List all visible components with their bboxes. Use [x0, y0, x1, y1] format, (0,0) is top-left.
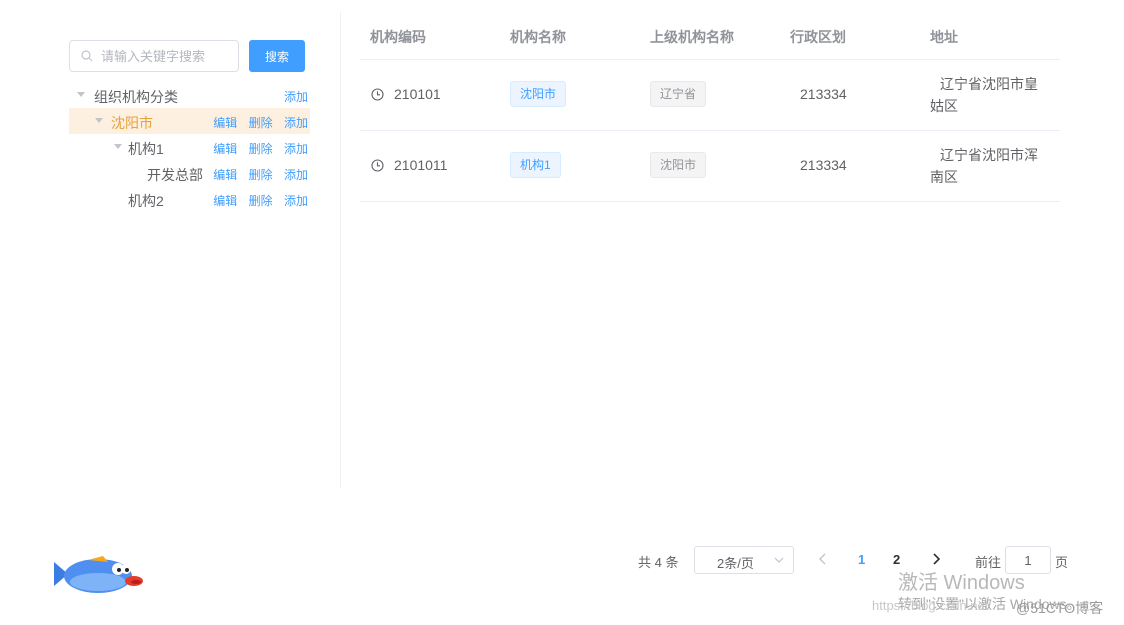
add-link[interactable]: 添加: [284, 90, 308, 104]
delete-link[interactable]: 删除: [249, 194, 273, 208]
tree-node-root[interactable]: 组织机构分类 添加: [69, 82, 310, 108]
tree-node-shenyang[interactable]: 沈阳市 编辑 删除 添加: [69, 108, 310, 134]
blog-url-watermark: https://blog.csdn.net: [872, 598, 989, 613]
add-link[interactable]: 添加: [284, 194, 308, 208]
edit-link[interactable]: 编辑: [213, 116, 237, 130]
tree-node-org1[interactable]: 机构1 编辑 删除 添加: [69, 134, 310, 160]
search-input[interactable]: [99, 47, 223, 65]
table-row[interactable]: 210101 沈阳市 辽宁省 213334 辽宁省沈阳市皇姑区: [360, 60, 1060, 131]
column-header-region: 行政区划: [790, 29, 846, 45]
edit-link[interactable]: 编辑: [213, 142, 237, 156]
page-suffix-label: 页: [1055, 555, 1069, 570]
search-input-wrapper[interactable]: [69, 40, 239, 72]
caret-down-icon[interactable]: [114, 144, 122, 149]
page-size-select[interactable]: 2条/页: [694, 546, 794, 574]
delete-link[interactable]: 删除: [249, 168, 273, 182]
edit-link[interactable]: 编辑: [213, 194, 237, 208]
edit-link[interactable]: 编辑: [213, 168, 237, 182]
cell-code: 2101011: [394, 157, 448, 173]
cell-region: 213334: [800, 157, 847, 173]
blog-credit-watermark: @51CTO博客: [1016, 600, 1104, 616]
add-link[interactable]: 添加: [284, 116, 308, 130]
cell-address: 辽宁省沈阳市浑南区: [930, 147, 1038, 185]
delete-link[interactable]: 删除: [249, 116, 273, 130]
add-link[interactable]: 添加: [284, 168, 308, 182]
org-table: 机构编码 机构名称 上级机构名称 行政区划 地址 210101 沈阳市 辽宁省 …: [360, 10, 1060, 202]
table-header: 机构编码 机构名称 上级机构名称 行政区划 地址: [360, 10, 1060, 60]
tree-node-label: 沈阳市: [111, 115, 153, 131]
cell-code: 210101: [394, 86, 441, 102]
org-name-tag: 机构1: [510, 152, 561, 178]
parent-org-tag: 辽宁省: [650, 81, 707, 107]
caret-down-icon[interactable]: [77, 92, 85, 97]
table-row[interactable]: 2101011 机构1 沈阳市 213334 辽宁省沈阳市浑南区: [360, 131, 1060, 202]
add-link[interactable]: 添加: [284, 142, 308, 156]
caret-down-icon[interactable]: [95, 118, 103, 123]
page-number-2[interactable]: 2: [893, 552, 900, 567]
cell-address: 辽宁省沈阳市皇姑区: [930, 76, 1038, 114]
delete-link[interactable]: 删除: [249, 142, 273, 156]
tree-node-label: 开发总部: [147, 167, 203, 183]
fish-mascot-icon: [54, 556, 143, 593]
clock-icon: [371, 159, 384, 172]
column-header-code: 机构编码: [370, 29, 426, 45]
prev-page-icon[interactable]: [819, 553, 827, 565]
pagination-total: 共 4 条: [638, 555, 679, 570]
org-name-tag: 沈阳市: [510, 81, 567, 107]
tree-node-org2[interactable]: 机构2 编辑 删除 添加: [69, 186, 310, 212]
page-size-value: 2条/页: [717, 556, 754, 571]
tree-node-label: 机构2: [128, 193, 164, 209]
clock-icon: [371, 88, 384, 101]
cell-region: 213334: [800, 86, 847, 102]
search-icon: [81, 50, 93, 62]
tree-node-label: 组织机构分类: [94, 89, 178, 105]
tree-node-label: 机构1: [128, 141, 164, 157]
tree-node-dev-hq[interactable]: 开发总部 编辑 删除 添加: [69, 160, 310, 186]
column-header-parent: 上级机构名称: [650, 29, 734, 45]
parent-org-tag: 沈阳市: [650, 152, 707, 178]
column-header-address: 地址: [930, 29, 958, 45]
chevron-down-icon: [774, 557, 784, 563]
windows-activate-title: 激活 Windows: [898, 572, 1025, 594]
next-page-icon[interactable]: [932, 553, 940, 565]
org-tree: 组织机构分类 添加 沈阳市 编辑 删除 添加 机构1 编辑 删除 添加 开发总部…: [69, 82, 310, 212]
page-number-1[interactable]: 1: [858, 552, 865, 567]
panel-divider: [340, 12, 341, 488]
column-header-name: 机构名称: [510, 29, 566, 45]
search-button[interactable]: 搜索: [249, 40, 305, 72]
